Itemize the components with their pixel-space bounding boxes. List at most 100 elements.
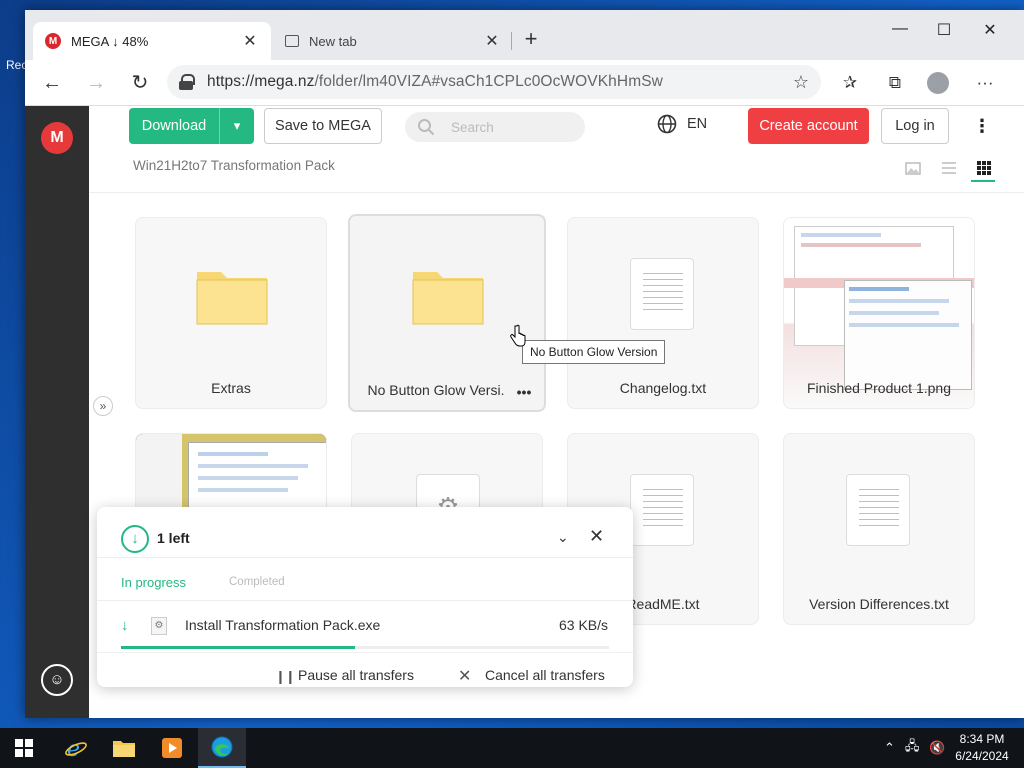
forward-button[interactable]: → — [79, 66, 113, 100]
item-name: Changelog.txt — [619, 380, 707, 396]
transfer-progress-bar — [121, 646, 609, 649]
item-name: Finished Product 1.png — [807, 380, 951, 396]
windows-logo-icon — [15, 739, 33, 757]
tab-title: New tab — [309, 33, 357, 49]
favorite-star-icon[interactable]: ☆ — [793, 72, 809, 93]
mega-favicon-icon: M — [45, 33, 61, 49]
text-file-icon — [630, 258, 694, 330]
list-view-icon[interactable] — [939, 158, 959, 178]
system-clock[interactable]: 8:34 PM 6/24/2024 — [950, 731, 1014, 765]
thumbnail-view-icon[interactable] — [903, 158, 923, 178]
start-button[interactable] — [0, 728, 48, 768]
chevron-up-icon[interactable]: ⌃ — [884, 740, 895, 756]
panel-divider — [97, 600, 633, 601]
close-tab-icon[interactable]: ✕ — [241, 31, 259, 51]
downloading-arrow-icon: ↓ — [121, 617, 129, 634]
edge-browser-icon[interactable] — [198, 728, 246, 768]
pause-icon[interactable]: ❙❙ — [275, 669, 296, 685]
system-tray: ⌃ 🖧 🔇 — [884, 728, 956, 768]
cancel-icon[interactable]: ✕ — [458, 666, 471, 686]
url-text[interactable]: https://mega.nz/folder/lm40VIZA#vsaCh1CP… — [207, 73, 793, 91]
transfer-progress-fill — [121, 646, 356, 649]
grid-item-folder-extras[interactable]: Extras — [135, 217, 327, 409]
grid-item-folder-no-button-glow[interactable]: No Button Glow Versi. ••• — [348, 214, 546, 412]
folder-logo — [113, 741, 135, 757]
grid-item-changelog[interactable]: Changelog.txt — [567, 217, 759, 409]
file-explorer-icon[interactable] — [100, 728, 148, 768]
maximize-button[interactable]: ☐ — [921, 20, 967, 44]
address-bar[interactable]: https://mega.nz/folder/lm40VIZA#vsaCh1CP… — [167, 65, 821, 99]
pause-all-button[interactable]: Pause all transfers — [298, 667, 414, 683]
help-icon[interactable]: ☺ — [41, 664, 73, 696]
menu-kebab-icon[interactable]: ⋮ — [973, 114, 991, 138]
close-panel-icon[interactable]: ✕ — [589, 526, 604, 547]
profile-avatar[interactable] — [923, 68, 953, 98]
back-button[interactable]: ← — [35, 66, 69, 100]
globe-icon — [657, 114, 677, 134]
collections-icon[interactable]: ⧉ — [880, 68, 910, 98]
more-options-icon[interactable]: ··· — [970, 68, 1000, 98]
taskbar: e ⌃ 🖧 🔇 8:34 PM 6/24/2024 — [0, 728, 1024, 768]
minimize-button[interactable]: — — [877, 20, 923, 44]
lock-icon[interactable] — [179, 74, 195, 90]
grid-item-version-differences[interactable]: Version Differences.txt — [783, 433, 975, 625]
media-logo — [162, 738, 182, 758]
clock-time: 8:34 PM — [959, 732, 1005, 746]
download-label: Download — [141, 118, 207, 134]
collapse-chevron-icon[interactable]: ⌄ — [557, 529, 569, 546]
volume-muted-icon[interactable]: 🔇 — [929, 740, 945, 756]
folder-icon — [412, 272, 484, 325]
breadcrumb: Win21H2to7 Transformation Pack — [133, 158, 335, 173]
language-label: EN — [687, 116, 708, 132]
cancel-all-button[interactable]: Cancel all transfers — [485, 667, 605, 683]
tab-strip: M MEGA ↓ 48% ✕ New tab ✕ + — ☐ ✕ — [25, 10, 1024, 60]
language-selector[interactable]: EN — [657, 114, 707, 134]
expand-sidebar-icon[interactable]: » — [93, 396, 113, 416]
active-view-indicator — [971, 180, 995, 182]
download-button[interactable]: Download ▾ — [129, 108, 254, 144]
hand-cursor-icon — [510, 324, 526, 347]
text-file-icon — [630, 474, 694, 546]
grid-view-icon[interactable] — [974, 158, 994, 178]
grid-item-finished-product-1[interactable]: Finished Product 1.png — [783, 217, 975, 409]
tab-divider — [511, 32, 512, 50]
favorites-icon[interactable]: ✰ — [835, 68, 865, 98]
item-name: Version Differences.txt — [809, 596, 949, 612]
tab-mega[interactable]: M MEGA ↓ 48% ✕ — [33, 22, 271, 60]
media-player-icon[interactable] — [148, 728, 196, 768]
refresh-button[interactable]: ↻ — [123, 66, 157, 100]
tab-new-tab[interactable]: New tab ✕ — [275, 22, 511, 60]
login-button[interactable]: Log in — [881, 108, 949, 144]
tooltip: No Button Glow Version — [522, 340, 666, 364]
close-tab-icon[interactable]: ✕ — [483, 31, 501, 51]
item-name: No Button Glow Versi. — [367, 382, 505, 398]
tab-in-progress[interactable]: In progress — [121, 575, 186, 590]
browser-window: M MEGA ↓ 48% ✕ New tab ✕ + — ☐ ✕ ← → ↻ h… — [25, 10, 1024, 718]
tab-completed[interactable]: Completed — [229, 576, 285, 588]
navigation-bar: ← → ↻ https://mega.nz/folder/lm40VIZA#vs… — [25, 60, 1024, 106]
mega-logo-icon[interactable]: M — [41, 122, 73, 154]
network-icon[interactable]: 🖧 — [905, 737, 920, 759]
create-account-button[interactable]: Create account — [748, 108, 869, 144]
new-tab-favicon-icon — [285, 35, 299, 47]
download-progress-icon: ↓ — [121, 525, 149, 553]
internet-explorer-icon[interactable]: e — [52, 728, 100, 768]
search-icon — [418, 119, 435, 136]
save-to-mega-button[interactable]: Save to MEGA — [264, 108, 382, 144]
transfers-left-count: 1 left — [157, 530, 190, 546]
clock-date: 6/24/2024 — [955, 749, 1009, 763]
transfer-manager-panel: ↓ 1 left ⌄ ✕ In progress Completed ↓ ⚙ I… — [97, 507, 633, 687]
close-window-button[interactable]: ✕ — [967, 20, 1013, 44]
panel-divider — [97, 557, 633, 558]
header-divider — [89, 192, 1024, 193]
item-name: Extras — [211, 380, 251, 396]
exe-file-icon: ⚙ — [151, 617, 167, 635]
chevron-down-icon[interactable]: ▾ — [220, 118, 254, 134]
transfer-speed: 63 KB/s — [559, 617, 609, 633]
edge-logo — [211, 736, 233, 758]
avatar-icon — [927, 72, 949, 94]
new-tab-button[interactable]: + — [519, 28, 543, 52]
more-options-icon[interactable]: ••• — [514, 384, 534, 400]
ie-logo: e — [65, 737, 87, 760]
search-input[interactable]: Search — [405, 112, 585, 142]
